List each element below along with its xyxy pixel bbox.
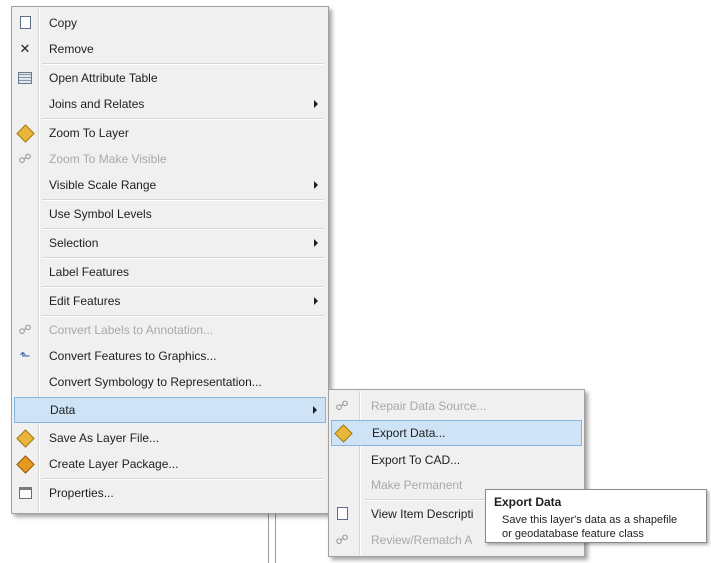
menu-item-zoom-to-make-visible[interactable]: ☍ Zoom To Make Visible	[14, 146, 326, 172]
menu-item-label: Use Symbol Levels	[49, 207, 152, 221]
menu-item-label: Review/Rematch A	[371, 533, 473, 547]
menu-item-label: Convert Features to Graphics...	[49, 349, 217, 363]
menu-item-convert-features-to-graphics[interactable]: ⬑ Convert Features to Graphics...	[14, 343, 326, 369]
tooltip-title: Export Data	[494, 495, 562, 509]
convert-labels-icon: ☍	[18, 322, 32, 337]
menu-item-label: Zoom To Make Visible	[49, 152, 167, 166]
menu-item-label: Export To CAD...	[371, 453, 461, 467]
menu-item-label: Make Permanent	[371, 478, 463, 492]
copy-icon	[16, 14, 34, 32]
review-rematch-icon: ☍	[335, 532, 349, 547]
menu-item-label: Create Layer Package...	[49, 457, 179, 471]
menu-item-label: Convert Labels to Annotation...	[49, 323, 214, 337]
menu-item-edit-features[interactable]: Edit Features	[14, 288, 326, 314]
menu-item-label: Repair Data Source...	[371, 399, 487, 413]
menu-item-label: Copy	[49, 16, 78, 30]
menu-item-use-symbol-levels[interactable]: Use Symbol Levels	[14, 201, 326, 227]
menu-item-convert-symbology-to-representation[interactable]: Convert Symbology to Representation...	[14, 369, 326, 395]
properties-icon	[16, 484, 34, 502]
layer-file-icon	[15, 429, 35, 448]
zoom-to-layer-icon	[15, 124, 35, 143]
submenu-item-repair-data-source[interactable]: ☍ Repair Data Source...	[331, 393, 582, 419]
menu-item-zoom-to-layer[interactable]: Zoom To Layer	[14, 120, 326, 146]
menu-item-label: Zoom To Layer	[49, 126, 129, 140]
tooltip-description-line: Save this layer's data as a shapefile	[502, 514, 678, 526]
menu-item-label: Edit Features	[49, 294, 121, 308]
menu-item-remove[interactable]: ✕ Remove	[14, 36, 326, 62]
submenu-item-export-to-cad[interactable]: Export To CAD...	[331, 447, 582, 473]
menu-item-label: Selection	[49, 236, 99, 250]
attribute-table-icon	[16, 69, 34, 87]
menu-item-properties[interactable]: Properties...	[14, 480, 326, 506]
menu-item-selection[interactable]: Selection	[14, 230, 326, 256]
menu-item-label: Data	[50, 403, 76, 417]
menu-item-label: Export Data...	[372, 426, 446, 440]
menu-item-data[interactable]: Data	[14, 397, 326, 423]
menu-item-copy[interactable]: Copy	[14, 10, 326, 36]
screen: Copy ✕ Remove Open Attribute Table Joins…	[0, 0, 711, 563]
submenu-item-export-data[interactable]: Export Data...	[331, 420, 582, 446]
menu-item-label: Open Attribute Table	[49, 71, 158, 85]
menu-item-joins-and-relates[interactable]: Joins and Relates	[14, 91, 326, 117]
layer-context-menu: Copy ✕ Remove Open Attribute Table Joins…	[11, 6, 329, 514]
menu-item-label: Save As Layer File...	[49, 431, 160, 445]
menu-item-label-features[interactable]: Label Features	[14, 259, 326, 285]
remove-icon: ✕	[19, 41, 31, 56]
menu-item-label: Label Features	[49, 265, 130, 279]
convert-graphics-icon: ⬑	[19, 348, 31, 363]
submenu-arrow-icon	[313, 406, 317, 414]
menu-item-save-as-layer-file[interactable]: Save As Layer File...	[14, 425, 326, 451]
repair-source-icon: ☍	[335, 398, 349, 413]
menu-item-label: Remove	[49, 42, 94, 56]
tooltip-description-line: or geodatabase feature class	[502, 528, 644, 540]
menu-item-label: Convert Symbology to Representation...	[49, 375, 262, 389]
zoom-visible-icon: ☍	[18, 151, 32, 166]
menu-item-create-layer-package[interactable]: Create Layer Package...	[14, 451, 326, 477]
item-description-icon	[333, 505, 351, 523]
menu-item-label: Visible Scale Range	[49, 178, 157, 192]
submenu-arrow-icon	[314, 181, 318, 189]
menu-item-open-attribute-table[interactable]: Open Attribute Table	[14, 65, 326, 91]
menu-item-convert-labels-to-annotation[interactable]: ☍ Convert Labels to Annotation...	[14, 317, 326, 343]
menu-item-label: Joins and Relates	[49, 97, 145, 111]
submenu-arrow-icon	[314, 100, 318, 108]
submenu-arrow-icon	[314, 297, 318, 305]
menu-item-label: View Item Descripti	[371, 507, 474, 521]
export-data-tooltip: Export Data Save this layer's data as a …	[485, 489, 707, 543]
submenu-arrow-icon	[314, 239, 318, 247]
menu-item-visible-scale-range[interactable]: Visible Scale Range	[14, 172, 326, 198]
export-data-icon	[333, 424, 353, 443]
layer-package-icon	[15, 455, 35, 474]
menu-item-label: Properties...	[49, 486, 114, 500]
